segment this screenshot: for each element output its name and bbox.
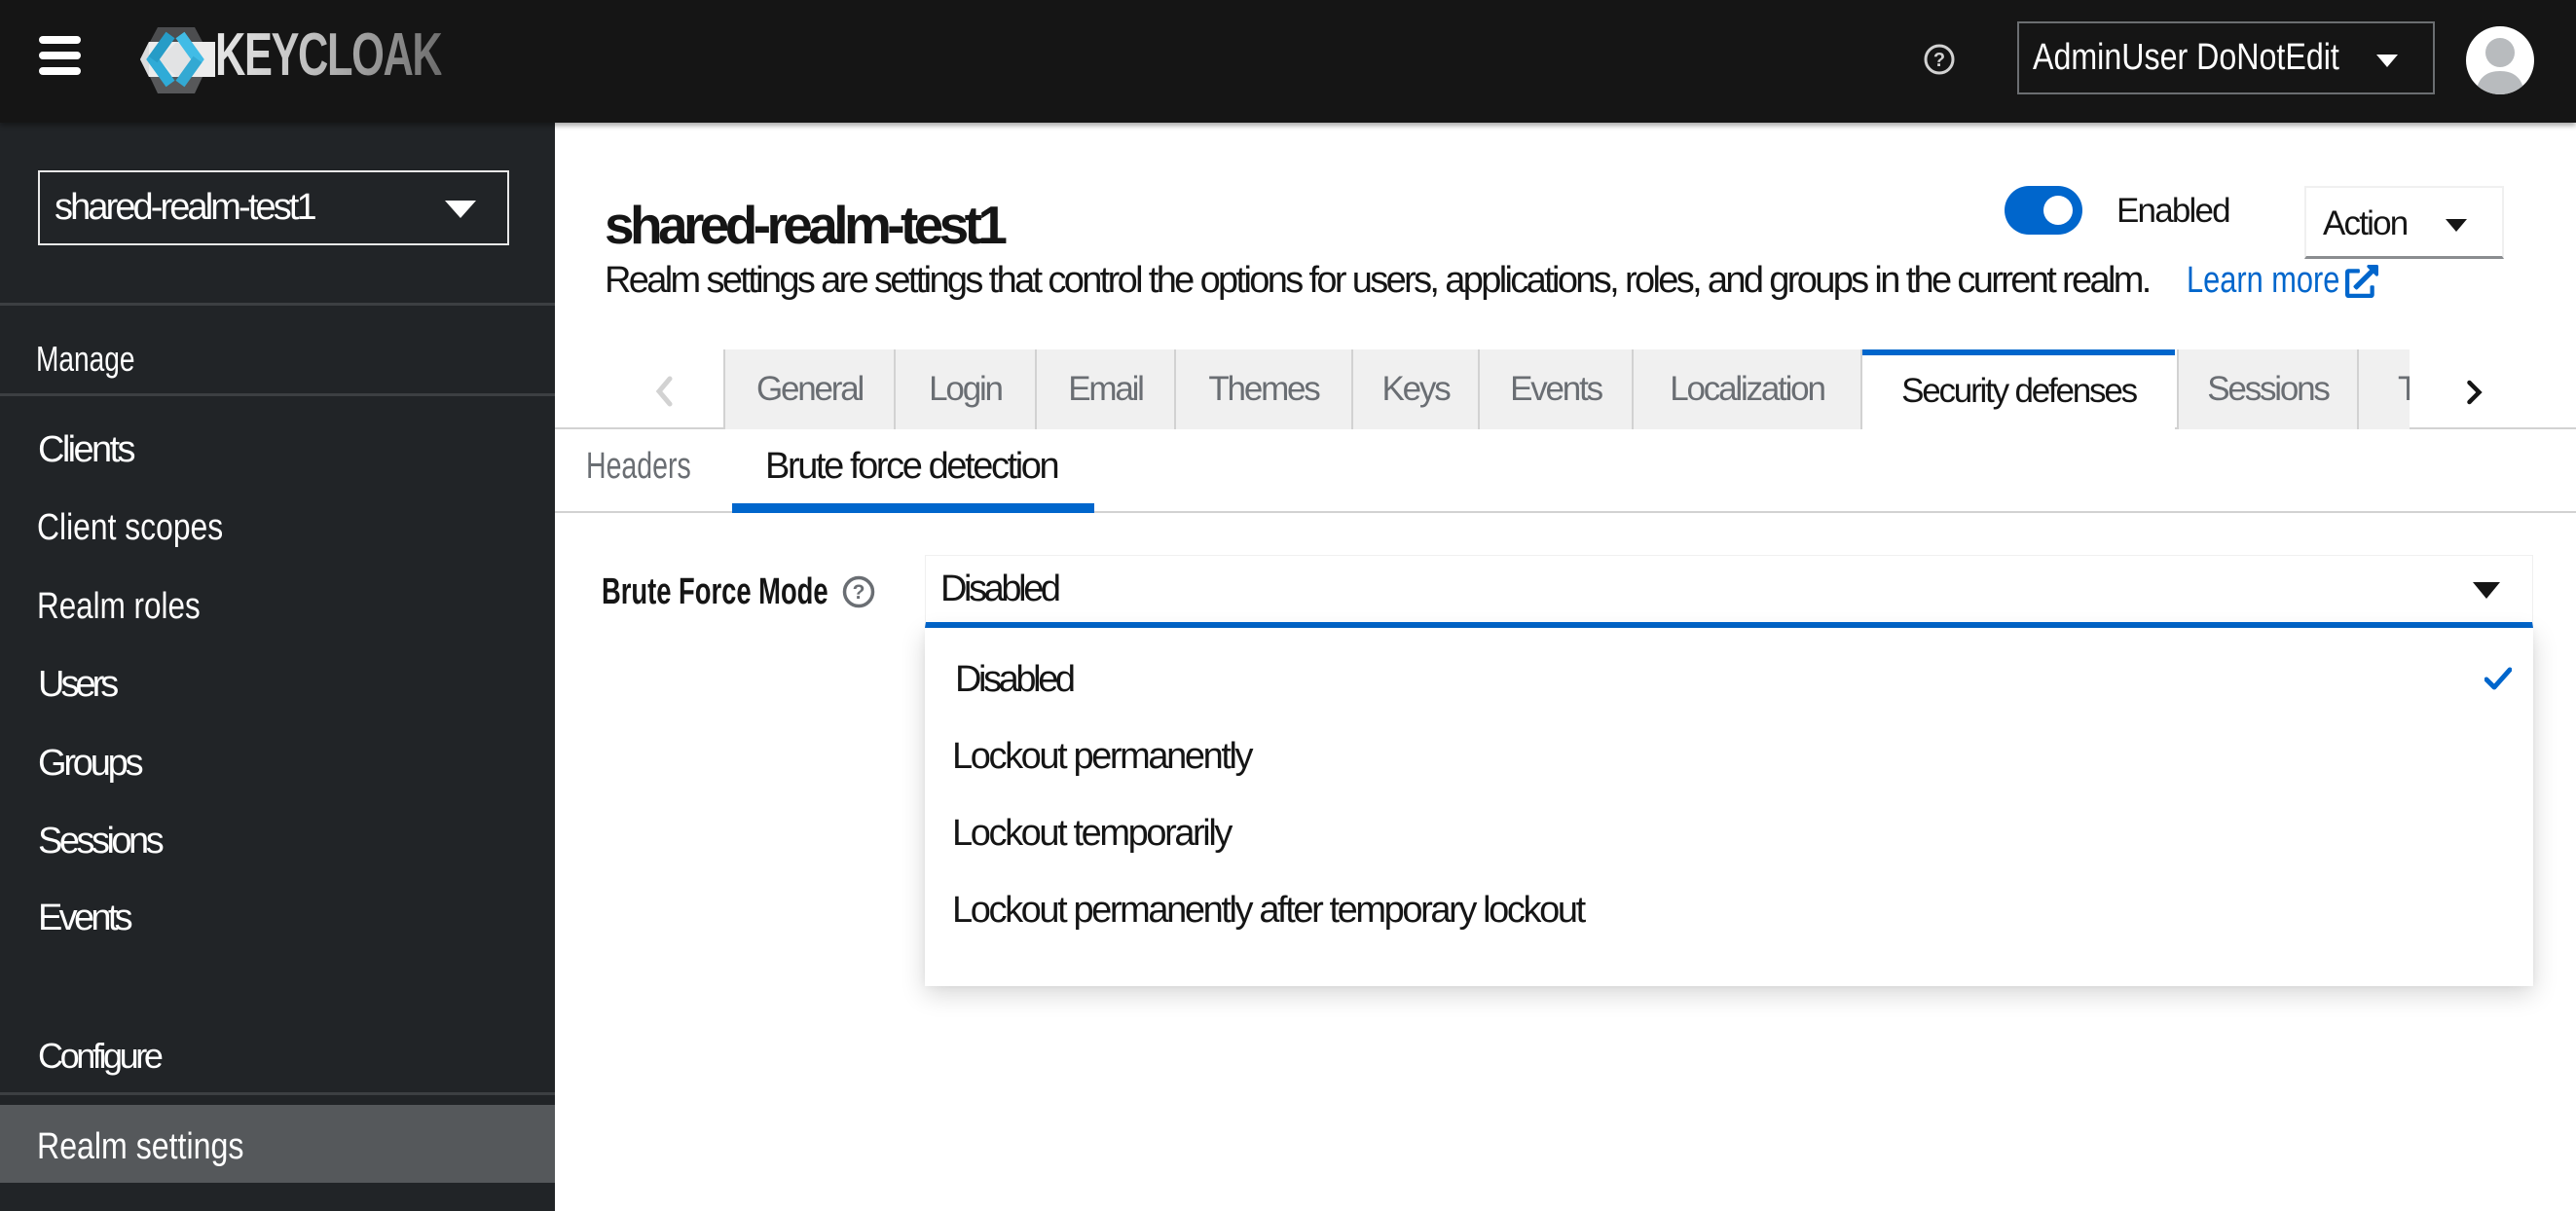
- svg-text:?: ?: [1933, 50, 1945, 71]
- svg-text:?: ?: [853, 581, 865, 604]
